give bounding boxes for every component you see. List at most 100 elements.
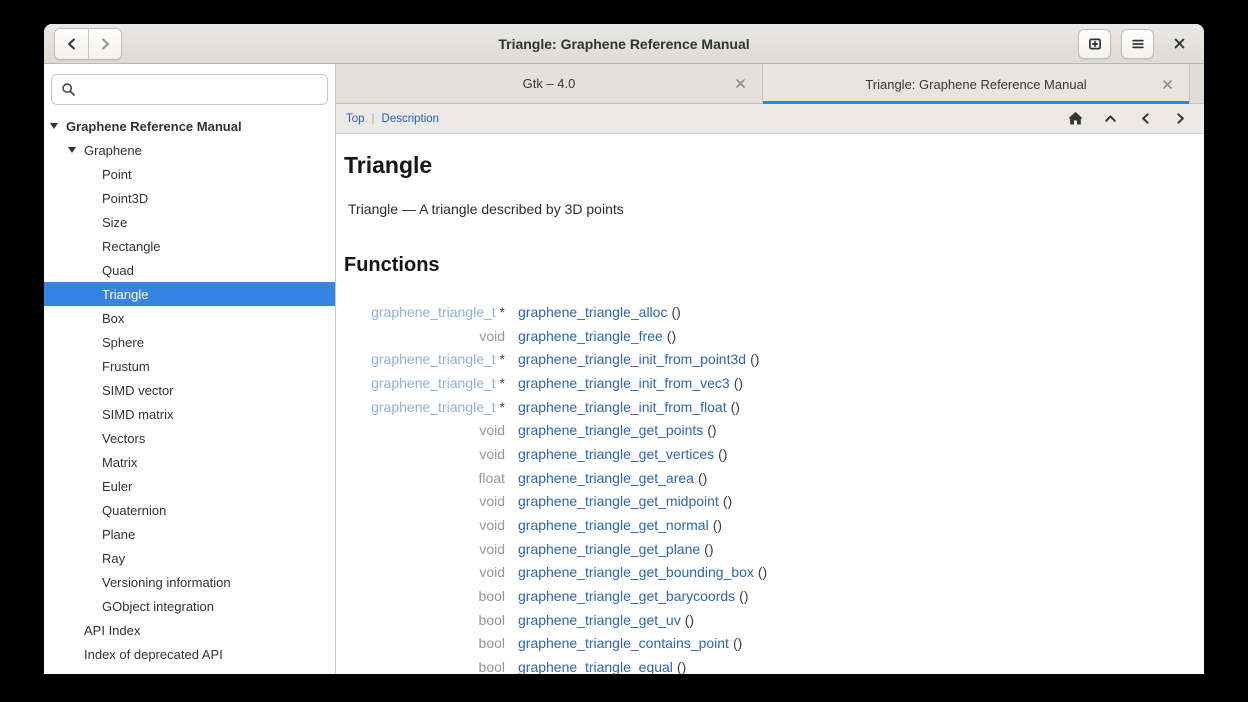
home-button[interactable] bbox=[1065, 109, 1085, 129]
doc-up-button[interactable] bbox=[1100, 109, 1120, 129]
function-link[interactable]: graphene_triangle_init_from_point3d bbox=[518, 351, 746, 367]
tree-item[interactable]: Versioning information bbox=[44, 570, 335, 594]
description-link[interactable]: Description bbox=[382, 113, 440, 125]
return-type-plain: void bbox=[479, 564, 505, 580]
function-row: bool graphene_triangle_get_barycoords () bbox=[344, 584, 1204, 608]
pointer-star: * bbox=[496, 304, 505, 320]
function-row: void graphene_triangle_get_normal () bbox=[344, 513, 1204, 537]
close-window-button[interactable] bbox=[1164, 29, 1194, 59]
function-link[interactable]: graphene_triangle_alloc bbox=[518, 304, 667, 320]
back-button[interactable] bbox=[55, 29, 88, 59]
tree-item[interactable]: Graphene bbox=[44, 138, 335, 162]
tab-new-icon bbox=[1087, 36, 1103, 52]
return-type-plain: void bbox=[479, 517, 505, 533]
function-link[interactable]: graphene_triangle_get_uv bbox=[518, 612, 681, 628]
document-tab[interactable]: Triangle: Graphene Reference Manual bbox=[763, 64, 1190, 104]
tree-item-label: Graphene bbox=[84, 143, 142, 158]
function-link[interactable]: graphene_triangle_get_normal bbox=[518, 517, 709, 533]
devhelp-window: Triangle: Graphene Reference Manual bbox=[44, 24, 1204, 674]
search-input[interactable] bbox=[83, 82, 318, 97]
function-link[interactable]: graphene_triangle_get_barycoords bbox=[518, 588, 735, 604]
function-link[interactable]: graphene_triangle_init_from_float bbox=[518, 399, 727, 415]
return-type: float bbox=[344, 470, 505, 486]
function-parens: () bbox=[739, 588, 748, 604]
top-link[interactable]: Top bbox=[346, 113, 365, 125]
doc-content: Triangle Triangle — A triangle described… bbox=[336, 134, 1204, 674]
function-link[interactable]: graphene_triangle_get_points bbox=[518, 422, 703, 438]
return-type-link[interactable]: graphene_triangle_t bbox=[371, 399, 496, 415]
return-type-plain: bool bbox=[479, 635, 505, 651]
function-link[interactable]: graphene_triangle_init_from_vec3 bbox=[518, 375, 730, 391]
tree-item[interactable]: Plane bbox=[44, 522, 335, 546]
function-link[interactable]: graphene_triangle_free bbox=[518, 328, 663, 344]
doc-forward-button[interactable] bbox=[1170, 109, 1190, 129]
return-type-link[interactable]: graphene_triangle_t bbox=[371, 351, 496, 367]
tree-item[interactable]: Quaternion bbox=[44, 498, 335, 522]
function-row: void graphene_triangle_get_plane () bbox=[344, 537, 1204, 561]
tree-item[interactable]: Point3D bbox=[44, 186, 335, 210]
function-link[interactable]: graphene_triangle_equal bbox=[518, 659, 673, 674]
pointer-star: * bbox=[496, 351, 505, 367]
functions-heading: Functions bbox=[344, 254, 1204, 277]
pointer-star: * bbox=[496, 375, 505, 391]
return-type: graphene_triangle_t * bbox=[344, 304, 505, 320]
function-link[interactable]: graphene_triangle_get_bounding_box bbox=[518, 564, 754, 580]
document-tab[interactable]: Gtk – 4.0 bbox=[336, 64, 763, 104]
tab-close-button[interactable] bbox=[1158, 75, 1176, 93]
function-parens: () bbox=[704, 541, 713, 557]
tree-item[interactable]: SIMD matrix bbox=[44, 402, 335, 426]
tree-item[interactable]: Matrix bbox=[44, 450, 335, 474]
tree-item-label: SIMD vector bbox=[102, 383, 174, 398]
functions-table: graphene_triangle_t * graphene_triangle_… bbox=[344, 300, 1204, 674]
tree-item[interactable]: Vectors bbox=[44, 426, 335, 450]
function-row: graphene_triangle_t * graphene_triangle_… bbox=[344, 347, 1204, 371]
tree-item[interactable]: API Index bbox=[44, 618, 335, 642]
return-type: bool bbox=[344, 588, 505, 604]
return-type-plain: void bbox=[479, 422, 505, 438]
tree-item[interactable]: Ray bbox=[44, 546, 335, 570]
return-type-link[interactable]: graphene_triangle_t bbox=[371, 375, 496, 391]
tree-item-label: Point bbox=[102, 167, 132, 182]
tree-item[interactable]: Quad bbox=[44, 258, 335, 282]
doc-back-button[interactable] bbox=[1135, 109, 1155, 129]
function-link[interactable]: graphene_triangle_contains_point bbox=[518, 635, 729, 651]
tree-item[interactable]: Box bbox=[44, 306, 335, 330]
tab-bar-spacer bbox=[1190, 64, 1204, 104]
tree-item[interactable]: Point bbox=[44, 162, 335, 186]
tree-item[interactable]: Index of deprecated API bbox=[44, 642, 335, 666]
function-link[interactable]: graphene_triangle_get_vertices bbox=[518, 446, 714, 462]
return-type-plain: void bbox=[479, 493, 505, 509]
return-type: bool bbox=[344, 659, 505, 674]
return-type: graphene_triangle_t * bbox=[344, 399, 505, 415]
tree-item[interactable]: Triangle bbox=[44, 282, 335, 306]
tree-item[interactable]: Euler bbox=[44, 474, 335, 498]
triangle-down-icon[interactable] bbox=[50, 123, 66, 129]
tree-item[interactable]: Graphene Reference Manual bbox=[44, 114, 335, 138]
tree-item[interactable]: SIMD vector bbox=[44, 378, 335, 402]
hamburger-menu-icon bbox=[1130, 36, 1146, 52]
tree-item-label: Ray bbox=[102, 551, 125, 566]
tree-item[interactable]: Sphere bbox=[44, 330, 335, 354]
tab-close-button[interactable] bbox=[731, 75, 749, 93]
function-parens: () bbox=[671, 304, 680, 320]
tree-item[interactable]: GObject integration bbox=[44, 594, 335, 618]
function-link[interactable]: graphene_triangle_get_plane bbox=[518, 541, 700, 557]
tree-item-label: Frustum bbox=[102, 359, 150, 374]
function-parens: () bbox=[713, 517, 722, 533]
return-type-link[interactable]: graphene_triangle_t bbox=[371, 304, 496, 320]
triangle-down-icon[interactable] bbox=[68, 147, 84, 153]
return-type: void bbox=[344, 493, 505, 509]
menu-button[interactable] bbox=[1121, 29, 1154, 59]
magnifier-icon bbox=[61, 82, 76, 97]
tree-item-label: API Index bbox=[84, 623, 140, 638]
tree-item[interactable]: Frustum bbox=[44, 354, 335, 378]
forward-button[interactable] bbox=[88, 29, 121, 59]
tree-item[interactable]: Size bbox=[44, 210, 335, 234]
page-title: Triangle bbox=[344, 152, 1204, 179]
tree-item[interactable]: Rectangle bbox=[44, 234, 335, 258]
return-type-plain: bool bbox=[479, 588, 505, 604]
function-parens: () bbox=[758, 564, 767, 580]
function-link[interactable]: graphene_triangle_get_area bbox=[518, 470, 694, 486]
function-link[interactable]: graphene_triangle_get_midpoint bbox=[518, 493, 719, 509]
new-tab-button[interactable] bbox=[1078, 29, 1111, 59]
